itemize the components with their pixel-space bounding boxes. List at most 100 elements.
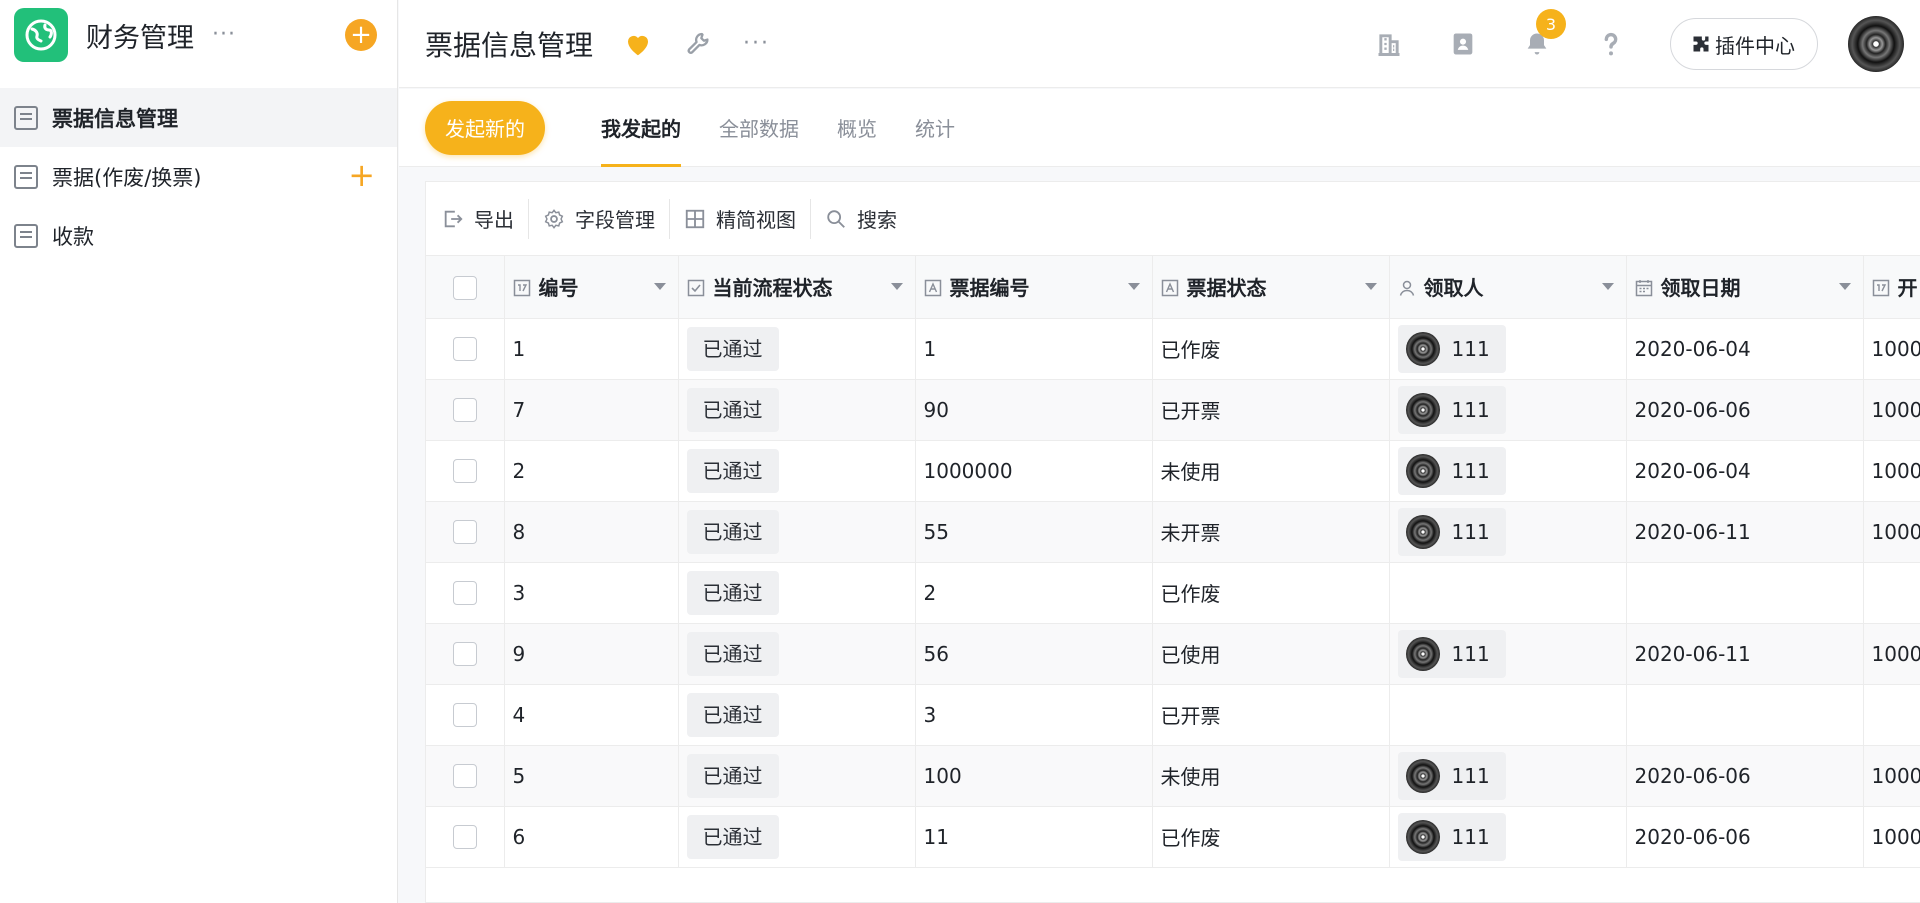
data-panel: 导出 字段管理 精简视图 搜索 编号 当前流程状态 票据编号 票据状态 领取人 … (425, 181, 1920, 903)
row-checkbox[interactable] (452, 703, 477, 728)
receiver-name: 111 (1451, 641, 1490, 666)
text-field-icon (924, 278, 942, 297)
table-row[interactable]: 9 已通过 56 已使用 111 2020-06-11 1000 (426, 623, 1920, 685)
tab-bar: 发起新的 我发起的 全部数据 概览 统计 (399, 89, 1920, 167)
row-checkbox[interactable] (452, 398, 477, 423)
table-row[interactable]: 4 已通过 3 已开票 (426, 684, 1920, 746)
chevron-down-icon[interactable] (1601, 283, 1614, 290)
table-row[interactable]: 7 已通过 90 已开票 111 2020-06-06 1000 (426, 379, 1920, 441)
bell-icon[interactable]: 3 (1522, 9, 1566, 59)
new-record-button[interactable]: 发起新的 (425, 100, 545, 155)
search-button[interactable]: 搜索 (825, 198, 911, 240)
toolbar-divider (669, 198, 670, 239)
row-checkbox[interactable] (452, 459, 477, 484)
field-manage-button[interactable]: 字段管理 (543, 198, 669, 240)
sidebar-item-label: 收款 (52, 224, 94, 249)
table-row[interactable]: 3 已通过 2 已作废 (426, 562, 1920, 624)
more-icon[interactable]: ··· (743, 31, 770, 56)
tab-overview[interactable]: 概览 (837, 89, 877, 167)
cell-truncated (1863, 684, 1920, 746)
status-badge: 已通过 (686, 387, 779, 432)
heart-icon[interactable] (623, 29, 653, 59)
table-row[interactable]: 6 已通过 11 已作废 111 2020-06-06 1000 (426, 806, 1920, 868)
chevron-down-icon[interactable] (890, 283, 903, 290)
column-header-ticket-no[interactable]: 票据编号 (915, 256, 1153, 319)
row-checkbox[interactable] (452, 581, 477, 606)
app-more-icon[interactable]: ··· (212, 24, 236, 46)
wrench-icon[interactable] (685, 30, 713, 58)
table-row[interactable]: 5 已通过 100 未使用 111 2020-06-06 1000 (426, 745, 1920, 807)
cell-ticket-state: 已使用 (1152, 623, 1390, 685)
chevron-down-icon[interactable] (653, 283, 666, 290)
cell-receiver (1389, 562, 1627, 624)
row-checkbox[interactable] (452, 825, 477, 850)
row-checkbox[interactable] (452, 764, 477, 789)
receiver-tag[interactable]: 111 (1397, 629, 1506, 678)
sidebar-item-label: 票据信息管理 (52, 106, 178, 131)
cell-ticket-state: 未开票 (1152, 501, 1390, 563)
row-checkbox[interactable] (452, 337, 477, 362)
column-header-flow-status[interactable]: 当前流程状态 (678, 256, 916, 319)
receiver-tag[interactable]: 111 (1397, 751, 1506, 800)
cell-receiver: 111 (1389, 440, 1627, 502)
receiver-tag[interactable]: 111 (1397, 446, 1506, 495)
row-select-cell (426, 379, 505, 441)
user-avatar[interactable] (1848, 16, 1904, 72)
plus-circle-icon[interactable]: + (345, 19, 377, 51)
export-button[interactable]: 导出 (442, 198, 528, 240)
column-header-receiver[interactable]: 领取人 (1389, 256, 1627, 319)
table-row[interactable]: 1 已通过 1 已作废 111 2020-06-04 1000 (426, 318, 1920, 380)
table-row[interactable]: 2 已通过 1000000 未使用 111 2020-06-04 1000 (426, 440, 1920, 502)
receiver-name: 111 (1451, 397, 1490, 422)
sidebar-header: 财务管理 ··· + (0, 0, 397, 70)
chevron-down-icon[interactable] (1364, 283, 1377, 290)
sidebar-list: 票据信息管理 票据(作废/换票) + 收款 (0, 88, 397, 265)
column-header-receive-date[interactable]: 领取日期 (1626, 256, 1864, 319)
calendar-field-icon (1635, 278, 1653, 297)
tab-all-data[interactable]: 全部数据 (719, 89, 799, 167)
globe-icon[interactable] (14, 8, 68, 62)
sidebar-item-ticket-void[interactable]: 票据(作废/换票) + (0, 147, 397, 206)
receiver-tag[interactable]: 111 (1397, 507, 1506, 556)
table-row[interactable]: 8 已通过 55 未开票 111 2020-06-11 1000 (426, 501, 1920, 563)
row-checkbox[interactable] (452, 642, 477, 667)
cell-ticket-no: 100 (915, 745, 1153, 807)
cell-flow-status: 已通过 (678, 501, 916, 563)
compact-view-button[interactable]: 精简视图 (684, 198, 810, 240)
column-header-ticket-state[interactable]: 票据状态 (1152, 256, 1390, 319)
tab-my-submissions[interactable]: 我发起的 (601, 89, 681, 167)
receiver-tag[interactable]: 111 (1397, 812, 1506, 861)
doc-icon (14, 164, 38, 189)
add-icon[interactable]: + (348, 159, 375, 191)
table-body: 1 已通过 1 已作废 111 2020-06-04 1000 7 已通过 90 已开票 111 202… (426, 318, 1920, 868)
select-all-checkbox[interactable] (452, 275, 477, 300)
search-label: 搜索 (857, 208, 897, 232)
column-header-id[interactable]: 编号 (504, 256, 679, 319)
help-icon[interactable] (1596, 29, 1626, 59)
cell-receive-date: 2020-06-06 (1626, 806, 1864, 868)
receiver-tag[interactable]: 111 (1397, 324, 1506, 373)
tab-statistics[interactable]: 统计 (915, 89, 955, 167)
user-field-icon (1398, 278, 1416, 296)
column-header-truncated[interactable]: 开 (1863, 256, 1920, 319)
avatar (1405, 392, 1440, 427)
cell-id: 1 (504, 318, 679, 380)
receiver-tag[interactable]: 111 (1397, 385, 1506, 434)
cell-ticket-state: 未使用 (1152, 440, 1390, 502)
contacts-icon[interactable] (1448, 29, 1478, 59)
chevron-down-icon[interactable] (1838, 283, 1851, 290)
row-checkbox[interactable] (452, 520, 477, 545)
cell-ticket-no: 11 (915, 806, 1153, 868)
cell-receiver (1389, 684, 1627, 746)
status-badge: 已通过 (686, 814, 779, 859)
chevron-down-icon[interactable] (1127, 283, 1140, 290)
sidebar-item-payment[interactable]: 收款 (0, 206, 397, 265)
building-icon[interactable] (1374, 29, 1404, 59)
avatar (1405, 514, 1440, 549)
plugin-center-button[interactable]: 插件中心 (1670, 18, 1818, 70)
sidebar-item-ticket-info[interactable]: 票据信息管理 (0, 88, 397, 147)
cell-id: 2 (504, 440, 679, 502)
cell-ticket-state: 未使用 (1152, 745, 1390, 807)
cell-receive-date: 2020-06-06 (1626, 745, 1864, 807)
cell-flow-status: 已通过 (678, 440, 916, 502)
